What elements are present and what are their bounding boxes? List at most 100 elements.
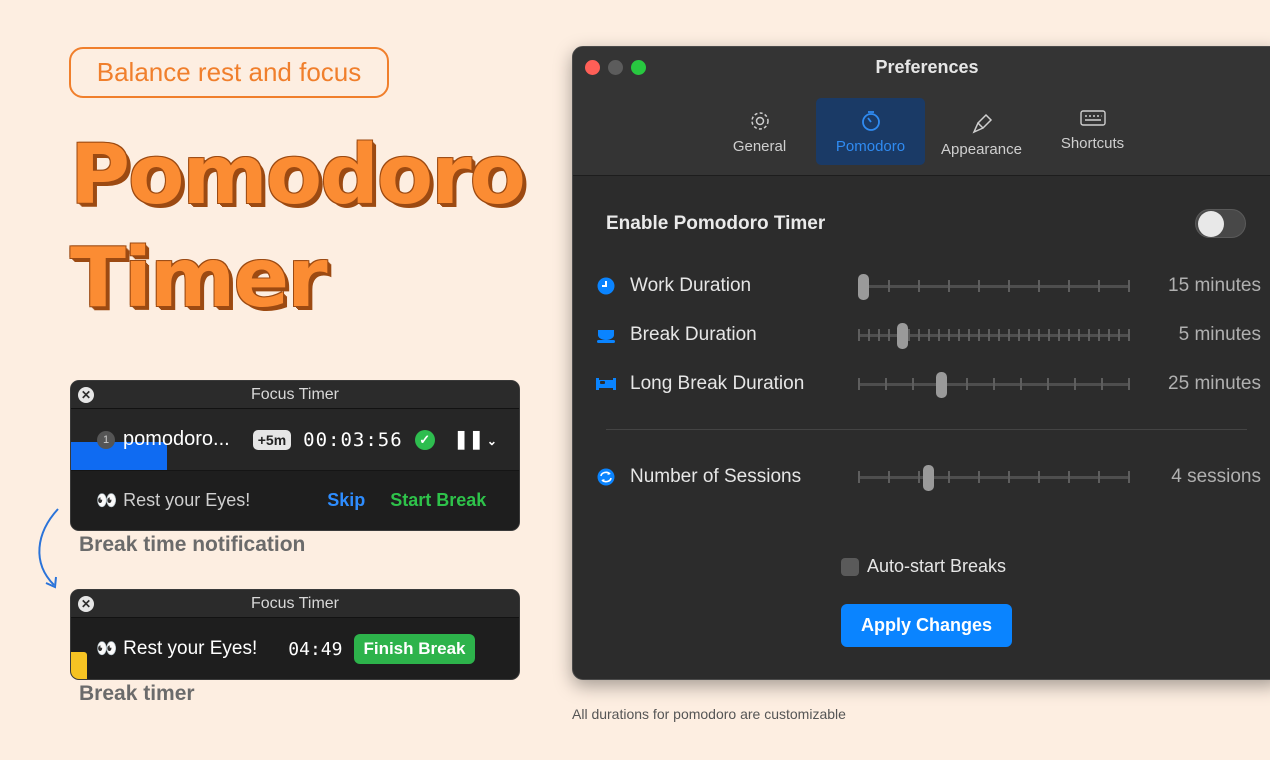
slider-tick [1038, 280, 1040, 292]
slider-tick [948, 329, 950, 341]
break-timer-row: 👀 Rest your Eyes! 04:49 Finish Break [71, 618, 519, 679]
slider-tick [1038, 329, 1040, 341]
slider-tick [1118, 329, 1120, 341]
start-break-button[interactable]: Start Break [390, 490, 486, 511]
slider-tick [948, 471, 950, 483]
slider-row-long-break: Long Break Duration 25 minutes [573, 369, 1270, 399]
pause-menu-button[interactable]: ❚❚ ⌄ [454, 429, 497, 450]
slider-thumb[interactable] [936, 372, 948, 398]
preferences-toolbar: General Pomodoro Appearance Shortcuts [573, 87, 1270, 176]
timer-icon [860, 108, 882, 134]
slider-tick [993, 378, 995, 390]
slider-label: Break Duration [630, 324, 757, 345]
tab-pomodoro[interactable]: Pomodoro [816, 98, 925, 165]
long-break-duration-slider[interactable] [858, 372, 1130, 398]
tagline-pill: Balance rest and focus [69, 47, 389, 98]
toggle-knob [1198, 211, 1224, 237]
slider-tick [998, 329, 1000, 341]
headline-line-1: Pomodoro [70, 128, 526, 223]
slider-tick [978, 329, 980, 341]
progress-bar [71, 652, 87, 679]
timer-status-row: 1 pomodoro... +5m 00:03:56 ✓ ❚❚ ⌄ [71, 409, 519, 471]
window-title: Preferences [875, 57, 979, 77]
rest-message: Rest your Eyes! [123, 490, 251, 510]
slider-row-sessions: Number of Sessions 4 sessions [573, 462, 1270, 492]
caption-notification: Break time notification [79, 533, 306, 556]
break-timer-titlebar: ✕ Focus Timer [71, 590, 519, 618]
slider-tick [908, 329, 910, 341]
slider-tick [878, 329, 880, 341]
slider-tick [858, 378, 860, 390]
minimize-window-button[interactable] [608, 60, 623, 75]
slider-tick [966, 378, 968, 390]
finish-break-button[interactable]: Finish Break [354, 634, 475, 664]
section-divider [606, 429, 1247, 430]
window-controls [585, 60, 646, 75]
session-number-badge: 1 [97, 430, 115, 449]
slider-tick [948, 280, 950, 292]
slider-tick [868, 329, 870, 341]
remaining-time: 04:49 [288, 638, 343, 660]
work-duration-slider[interactable] [858, 274, 1130, 300]
caption-break-timer: Break timer [79, 682, 195, 705]
apply-changes-button[interactable]: Apply Changes [841, 604, 1012, 647]
slider-tick [1078, 329, 1080, 341]
slider-tick [1048, 329, 1050, 341]
break-timer-title: Focus Timer [250, 595, 339, 612]
session-name: pomodoro... [123, 428, 230, 450]
auto-start-breaks-checkbox-row[interactable]: Auto-start Breaks [841, 556, 1006, 577]
close-window-button[interactable] [585, 60, 600, 75]
elapsed-time: 00:03:56 [303, 428, 403, 451]
tab-general[interactable]: General [705, 98, 814, 165]
slider-tick [1108, 329, 1110, 341]
bed-icon [596, 378, 616, 390]
slider-tick [1068, 280, 1070, 292]
tab-label: Appearance [941, 141, 1022, 158]
slider-tick [888, 280, 890, 292]
sessions-slider[interactable] [858, 465, 1130, 491]
slider-thumb[interactable] [858, 274, 869, 300]
complete-check-icon[interactable]: ✓ [414, 429, 435, 450]
clock-icon [597, 277, 615, 295]
slider-tick [858, 329, 860, 341]
slider-tick [888, 329, 890, 341]
slider-label: Number of Sessions [630, 466, 802, 487]
slider-row-break: Break Duration 5 minutes [573, 320, 1270, 350]
break-prompt-row: 👀 Rest your Eyes! Skip Start Break [71, 471, 519, 530]
slider-tick [1128, 329, 1130, 341]
chevron-down-icon: ⌄ [486, 434, 497, 448]
add-five-minutes-button[interactable]: +5m [252, 429, 292, 450]
tab-appearance[interactable]: Appearance [927, 101, 1036, 168]
slider-tick [912, 378, 914, 390]
slider-tick [1068, 471, 1070, 483]
coffee-icon [597, 330, 615, 343]
slider-thumb[interactable] [897, 323, 909, 349]
slider-tick [1128, 378, 1130, 390]
zoom-window-button[interactable] [631, 60, 646, 75]
slider-tick [988, 329, 990, 341]
slider-thumb[interactable] [923, 465, 935, 491]
break-duration-slider[interactable] [858, 323, 1130, 349]
tab-shortcuts[interactable]: Shortcuts [1038, 95, 1147, 162]
slider-tick [918, 471, 920, 483]
slider-value: 4 sessions [1171, 466, 1261, 487]
slider-tick [888, 471, 890, 483]
slider-tick [1128, 280, 1130, 292]
focus-timer-titlebar: ✕ Focus Timer [71, 381, 519, 409]
slider-row-work: Work Duration 15 minutes [573, 271, 1270, 301]
slider-tick [885, 378, 887, 390]
enable-pomodoro-toggle[interactable] [1195, 209, 1246, 238]
slider-tick [1008, 280, 1010, 292]
auto-start-breaks-checkbox[interactable] [841, 557, 859, 576]
footer-note: All durations for pomodoro are customiza… [572, 706, 846, 722]
slider-tick [1074, 378, 1076, 390]
slider-tick [978, 280, 980, 292]
headline-line-2: Timer [70, 231, 328, 326]
slider-tick [1088, 329, 1090, 341]
tab-label: Pomodoro [835, 138, 906, 155]
skip-button[interactable]: Skip [327, 490, 365, 511]
slider-tick [1047, 378, 1049, 390]
window-titlebar: Preferences [573, 47, 1270, 87]
close-icon[interactable]: ✕ [78, 596, 94, 612]
close-icon[interactable]: ✕ [78, 387, 94, 403]
